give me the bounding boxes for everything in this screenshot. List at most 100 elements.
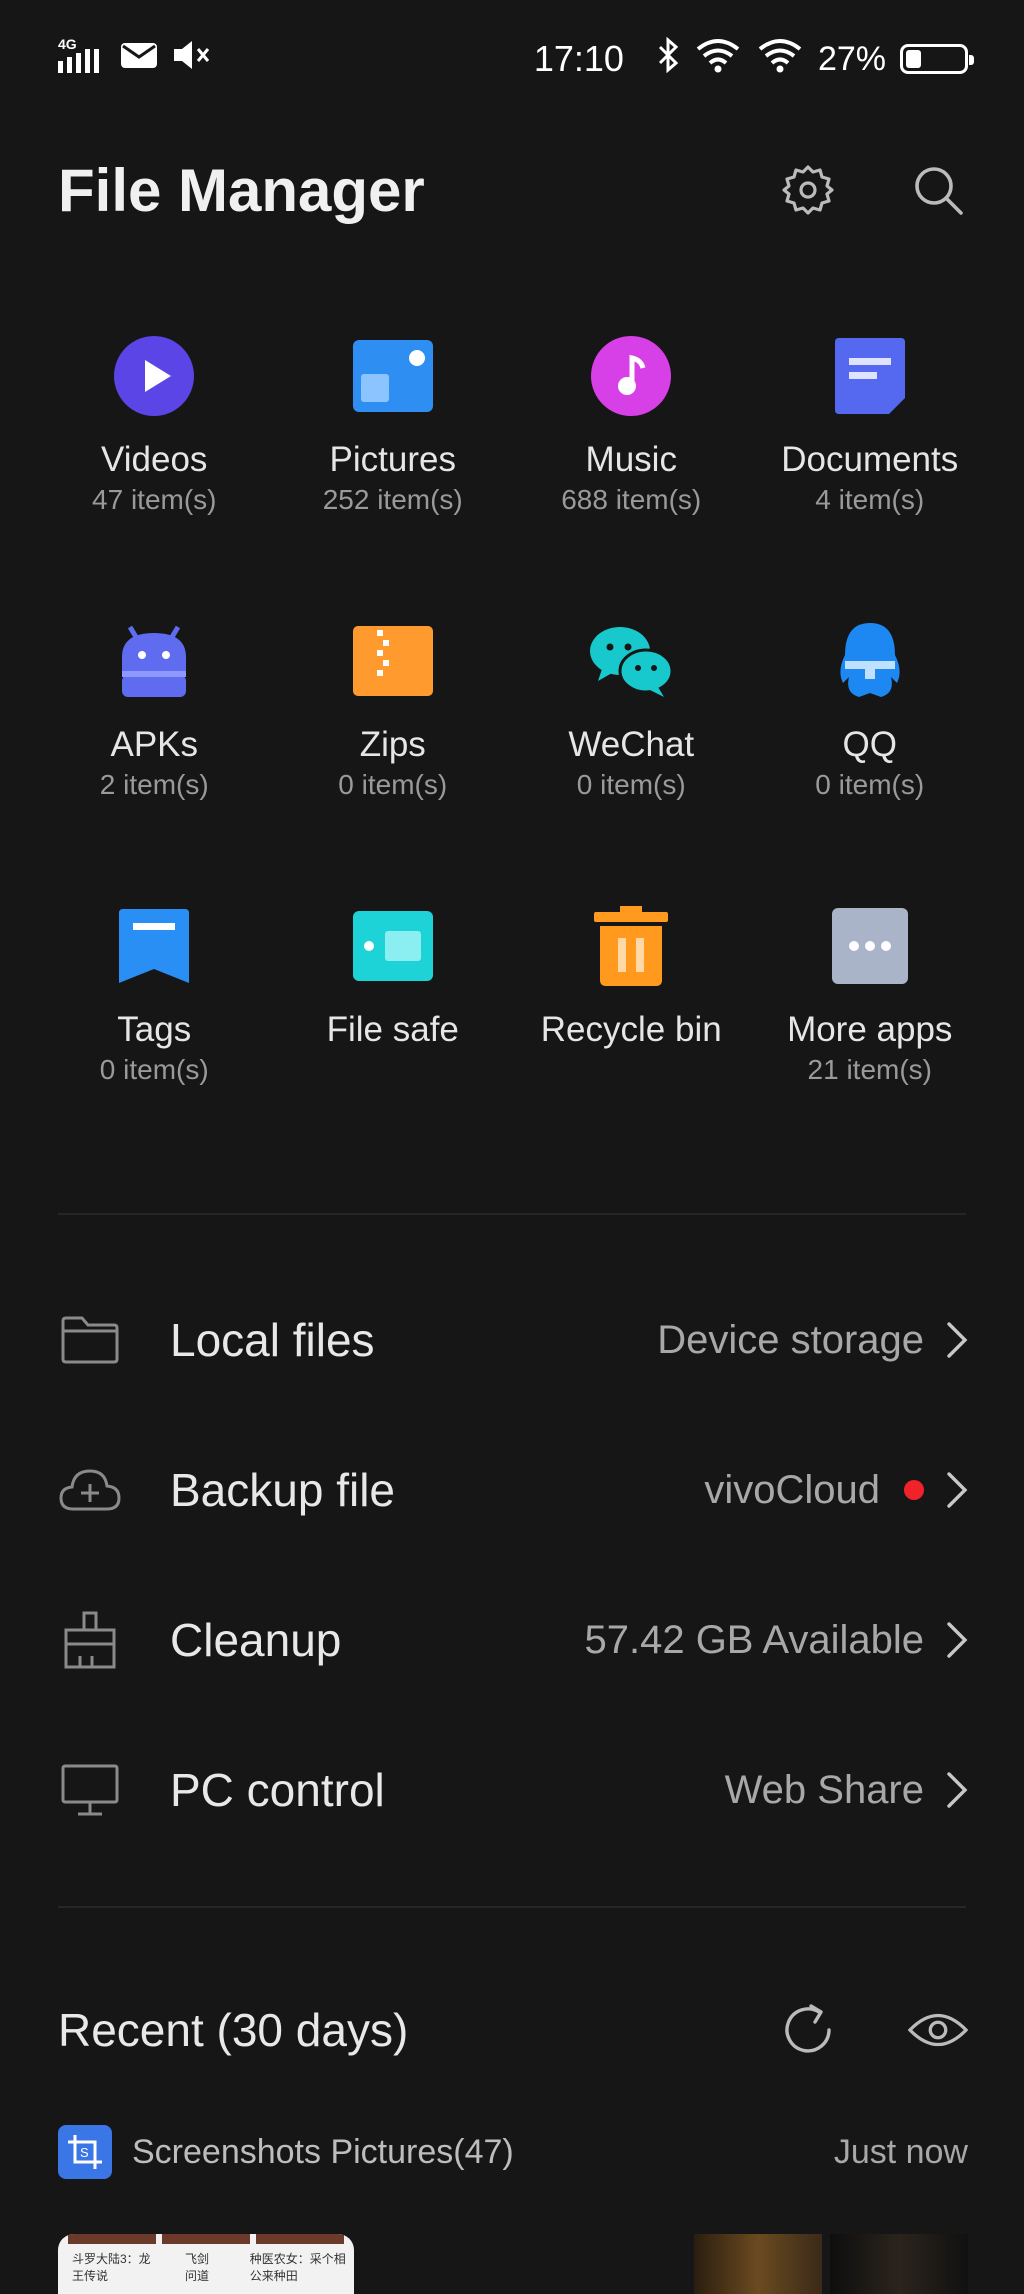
category-count: 0 item(s) (99, 1054, 209, 1085)
divider (58, 1906, 966, 1908)
row-label: PC control (170, 1764, 385, 1816)
category-apks[interactable]: APKs 2 item(s) (35, 615, 274, 900)
thumbnail-text: 斗罗大陆3：龙王传说 (72, 2252, 151, 2283)
row-label: Backup file (170, 1464, 396, 1516)
battery-percent: 27% (817, 39, 886, 78)
category-qq[interactable]: QQ 0 item(s) (751, 615, 990, 900)
category-label: Recycle bin (540, 1010, 722, 1049)
zip-icon (347, 615, 439, 707)
eye-icon[interactable] (908, 2000, 968, 2060)
category-count: 0 item(s) (815, 769, 925, 800)
row-value: vivoCloud (704, 1468, 968, 1513)
play-icon (108, 330, 200, 422)
row-label: Local files (170, 1314, 375, 1366)
clock: 17:10 (533, 38, 624, 79)
refresh-icon[interactable] (778, 2000, 838, 2060)
android-icon (108, 615, 200, 707)
category-count: 47 item(s) (92, 484, 217, 515)
chevron-right-icon (946, 1771, 968, 1809)
category-count: 21 item(s) (807, 1054, 932, 1085)
row-value-text: vivoCloud (704, 1467, 880, 1512)
category-label: APKs (110, 725, 199, 764)
row-value: Web Share (725, 1768, 968, 1813)
category-wechat[interactable]: WeChat 0 item(s) (512, 615, 751, 900)
divider (58, 1213, 966, 1215)
wifi-icon (756, 37, 804, 82)
category-label: WeChat (568, 725, 695, 764)
trash-icon (585, 900, 677, 992)
thumbnail[interactable] (830, 2234, 968, 2294)
row-cleanup[interactable]: Cleanup 57.42 GB Available (58, 1565, 968, 1715)
folder-icon (58, 1308, 122, 1372)
gear-icon[interactable] (778, 160, 838, 220)
row-backup-file[interactable]: Backup file vivoCloud (58, 1415, 968, 1565)
category-pictures[interactable]: Pictures 252 item(s) (274, 330, 513, 615)
row-pc-control[interactable]: PC control Web Share (58, 1715, 968, 1865)
row-value-text: 57.42 GB Available (584, 1617, 924, 1662)
wechat-icon (585, 615, 677, 707)
document-icon (824, 330, 916, 422)
chevron-right-icon (946, 1621, 968, 1659)
category-grid: Videos 47 item(s) Pictures 252 item(s) M… (35, 330, 989, 1185)
signal-icon: 4G (56, 35, 106, 84)
row-value-text: Web Share (724, 1767, 924, 1812)
category-videos[interactable]: Videos 47 item(s) (35, 330, 274, 615)
recent-header: Recent (30 days) (58, 1985, 968, 2075)
category-label: Zips (359, 725, 426, 764)
tag-icon (108, 900, 200, 992)
notification-dot (904, 1480, 924, 1500)
category-count: 4 item(s) (815, 484, 925, 515)
row-value: Device storage (657, 1318, 968, 1363)
qq-icon (824, 615, 916, 707)
thumbnail[interactable] (694, 2234, 822, 2294)
svg-text:4G: 4G (58, 36, 77, 52)
category-tags[interactable]: Tags 0 item(s) (35, 900, 274, 1185)
category-label: Documents (781, 440, 959, 479)
bluetooth-icon (656, 36, 680, 82)
chevron-right-icon (946, 1471, 968, 1509)
music-note-icon (585, 330, 677, 422)
row-label: Cleanup (170, 1614, 342, 1666)
recent-group-screenshots[interactable]: S Screenshots Pictures(47) Just now (58, 2122, 968, 2182)
cloud-icon (58, 1458, 122, 1522)
page-title: File Manager (58, 156, 425, 224)
category-more-apps[interactable]: More apps 21 item(s) (751, 900, 990, 1185)
category-label: Tags (117, 1010, 192, 1049)
category-documents[interactable]: Documents 4 item(s) (751, 330, 990, 615)
recent-thumbnails: 斗罗大陆3：龙王传说 飞剑问道 种医农女：采个相公来种田 (58, 2234, 968, 2294)
chevron-right-icon (946, 1321, 968, 1359)
svg-text:S: S (80, 2145, 89, 2160)
picture-icon (347, 330, 439, 422)
thumbnail-text: 飞剑问道 (185, 2252, 210, 2283)
category-file-safe[interactable]: File safe (274, 900, 513, 1185)
wifi-icon (694, 37, 742, 82)
category-label: Pictures (329, 440, 456, 479)
app-header: File Manager (58, 150, 968, 230)
thumbnail[interactable]: 斗罗大陆3：龙王传说 飞剑问道 种医农女：采个相公来种田 (58, 2234, 354, 2294)
category-label: QQ (842, 725, 897, 764)
category-label: Videos (101, 440, 208, 479)
category-label: More apps (787, 1010, 953, 1049)
safe-icon (347, 900, 439, 992)
more-icon (824, 900, 916, 992)
category-label: File safe (326, 1010, 459, 1049)
category-recycle-bin[interactable]: Recycle bin (512, 900, 751, 1185)
mute-icon (172, 38, 212, 81)
category-count: 688 item(s) (561, 484, 702, 515)
category-zips[interactable]: Zips 0 item(s) (274, 615, 513, 900)
broom-icon (58, 1608, 122, 1672)
category-count: 252 item(s) (322, 484, 463, 515)
status-bar: 4G 17:10 27% (0, 0, 1024, 118)
battery-icon (900, 44, 974, 74)
category-count: 0 item(s) (576, 769, 686, 800)
category-music[interactable]: Music 688 item(s) (512, 330, 751, 615)
crop-icon: S (58, 2125, 112, 2179)
row-value: 57.42 GB Available (584, 1618, 968, 1663)
row-value-text: Device storage (657, 1317, 924, 1362)
search-icon[interactable] (908, 160, 968, 220)
recent-group-time: Just now (833, 2132, 968, 2171)
category-count: 2 item(s) (99, 769, 209, 800)
thumbnail-text: 种医农女：采个相公来种田 (249, 2252, 346, 2283)
monitor-icon (58, 1758, 122, 1822)
row-local-files[interactable]: Local files Device storage (58, 1265, 968, 1415)
